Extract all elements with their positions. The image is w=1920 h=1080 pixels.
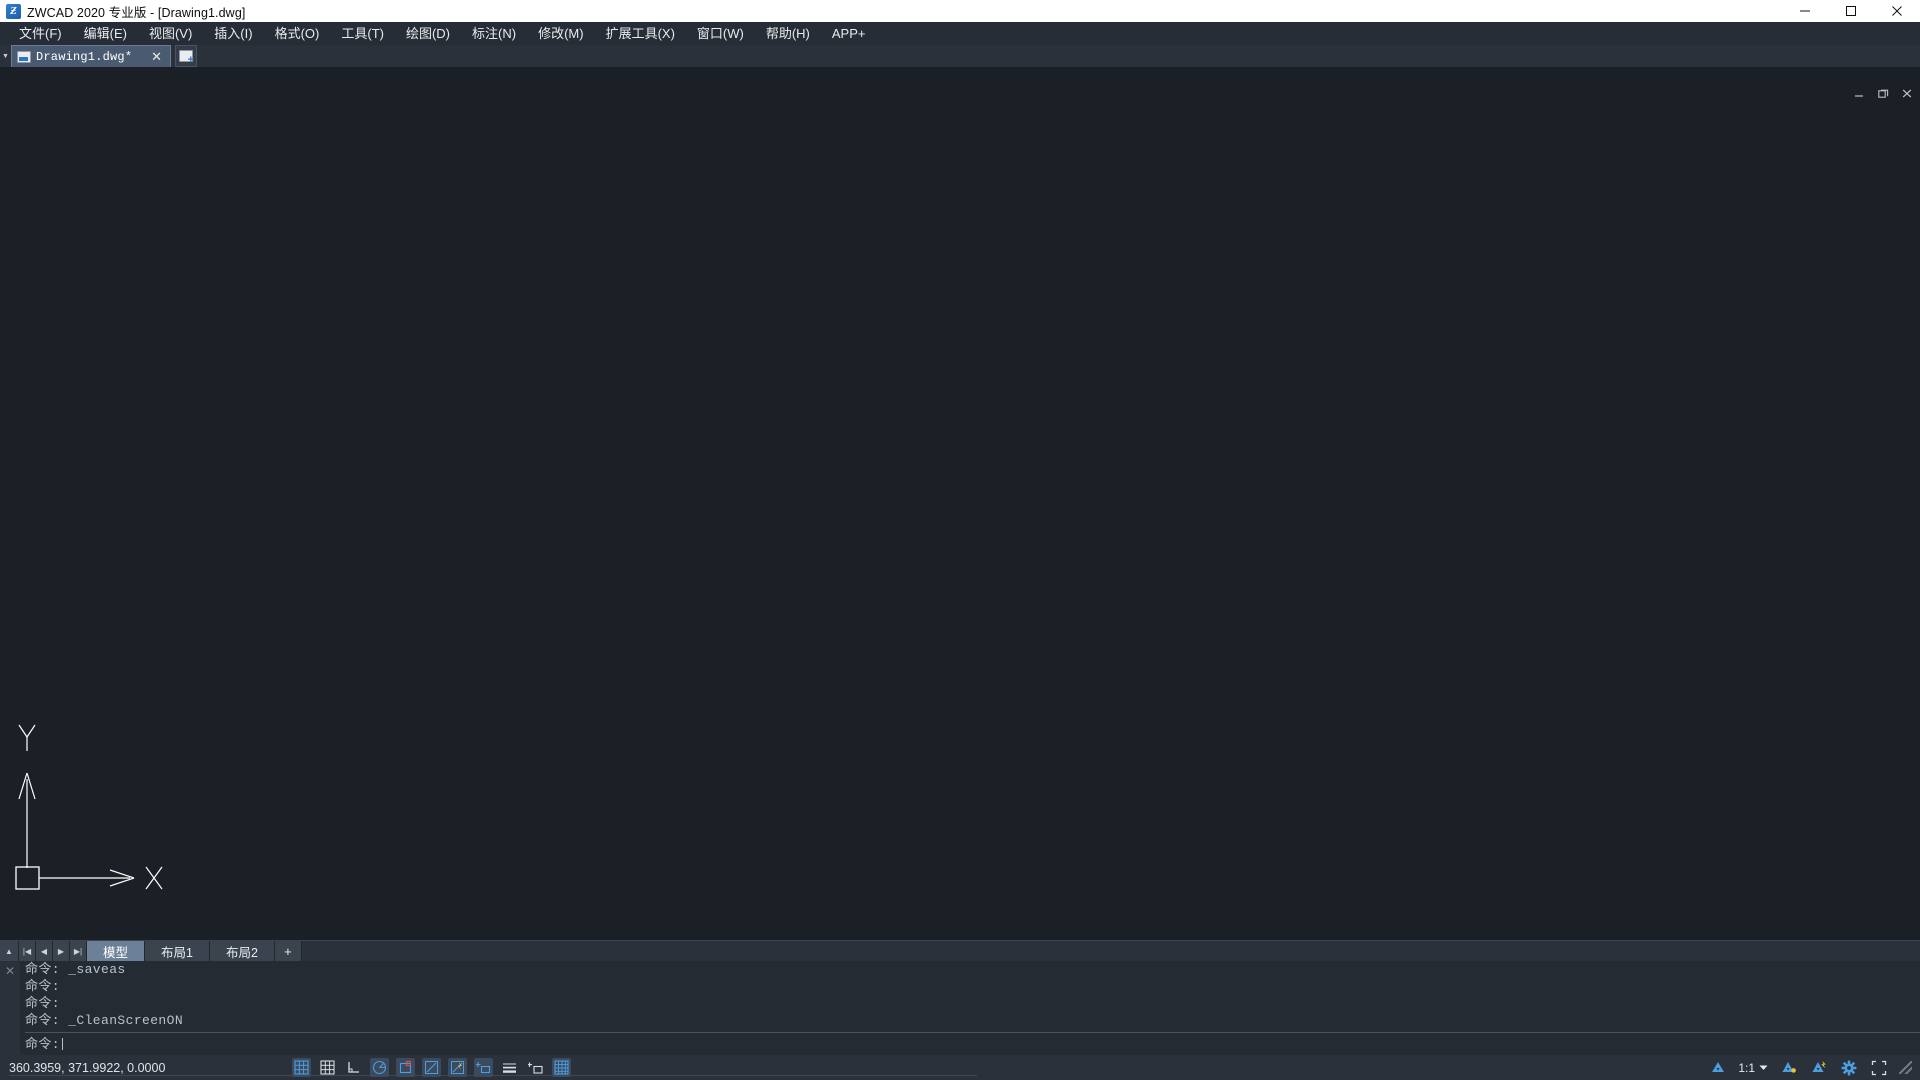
window-controls [1782,0,1920,22]
document-tab-drawing1[interactable]: Drawing1.dwg* ✕ [11,45,171,67]
layout-tab-layout2[interactable]: 布局2 [210,941,275,961]
command-caret [62,1038,63,1050]
grid-display-icon[interactable] [318,1058,337,1077]
command-history-line: 命令: [25,995,1920,1012]
mdi-minimize-icon[interactable] [1853,87,1866,100]
status-bar: 360.3959, 371.9922, 0.0000 [0,1055,1920,1080]
collapse-up-icon[interactable]: ▲ [0,941,19,961]
next-tab-icon[interactable]: ▶ [53,941,70,961]
layout-tab-model[interactable]: 模型 [87,941,145,961]
coordinate-readout[interactable]: 360.3959, 371.9922, 0.0000 [0,1061,240,1075]
prev-tab-icon[interactable]: ◀ [36,941,53,961]
document-tab-strip: ▼ Drawing1.dwg* ✕ [0,45,1920,67]
chevron-down-icon[interactable] [1758,1058,1768,1077]
command-window: ✕ 命令: _saveas 命令: 命令: 命令: _CleanScreenON… [0,961,1920,1055]
status-bar-right: 1:1 [1708,1055,1912,1080]
menu-item-express[interactable]: 扩展工具(X) [595,23,686,45]
menu-item-format[interactable]: 格式(O) [264,23,331,45]
layout-tab-layout1[interactable]: 布局1 [145,941,210,961]
command-prompt: 命令: [25,1037,60,1052]
status-toggles [292,1055,571,1080]
add-layout-button[interactable]: + [275,941,302,961]
menu-item-app-plus[interactable]: APP+ [821,23,877,45]
mdi-window-controls [1853,87,1914,100]
layout-tab-bar: ▲ |◀ ◀ ▶ ▶| 模型 布局1 布局2 + [0,940,1920,961]
osnap-tracking-icon[interactable] [422,1058,441,1077]
first-tab-icon[interactable]: |◀ [19,941,36,961]
new-drawing-icon [179,50,193,62]
menu-item-help[interactable]: 帮助(H) [755,23,821,45]
command-history-line: 命令: _CleanScreenON [25,1012,1920,1029]
quick-properties-icon[interactable] [526,1058,545,1077]
settings-gear-icon[interactable] [1839,1058,1858,1077]
title-bar: ZWCAD 2020 专业版 - [Drawing1.dwg] [0,0,1920,22]
document-tab-label: Drawing1.dwg* [36,50,144,64]
menu-item-file[interactable]: 文件(F) [8,23,73,45]
last-tab-icon[interactable]: ▶| [70,941,87,961]
drawing-canvas[interactable] [0,67,1920,940]
ucs-axis-icon [0,717,230,897]
menu-item-modify[interactable]: 修改(M) [527,23,595,45]
menu-item-tools[interactable]: 工具(T) [330,23,395,45]
menu-bar: 文件(F) 编辑(E) 视图(V) 插入(I) 格式(O) 工具(T) 绘图(D… [0,22,1920,45]
zwcad-application-window: ZWCAD 2020 专业版 - [Drawing1.dwg] 文件(F) 编辑… [0,0,1920,1080]
menu-item-edit[interactable]: 编辑(E) [73,23,138,45]
chevron-down-icon[interactable]: ▼ [0,45,11,67]
document-tab-close-icon[interactable]: ✕ [149,50,164,63]
command-input-row[interactable]: 命令: [25,1032,1920,1053]
command-history-line: 命令: _saveas [25,961,1920,978]
minimize-icon[interactable] [1782,0,1828,22]
annotation-visibility-icon[interactable] [1779,1058,1798,1077]
annotation-scale-label[interactable]: 1:1 [1738,1061,1755,1075]
menu-item-dimension[interactable]: 标注(N) [461,23,527,45]
new-drawing-button[interactable] [175,45,197,67]
annotation-auto-add-icon[interactable] [1809,1058,1828,1077]
menu-item-view[interactable]: 视图(V) [138,23,203,45]
menu-item-window[interactable]: 窗口(W) [686,23,755,45]
command-history-line: 命令: [25,978,1920,995]
snap-mode-icon[interactable] [292,1058,311,1077]
resize-grip-icon[interactable] [1899,1061,1912,1074]
command-window-close-icon[interactable]: ✕ [0,961,20,1055]
ortho-mode-icon[interactable] [344,1058,363,1077]
dynamic-input-icon[interactable] [474,1058,493,1077]
mdi-restore-icon[interactable] [1877,87,1890,100]
clean-screen-icon[interactable] [1869,1058,1888,1077]
menu-item-draw[interactable]: 绘图(D) [395,23,461,45]
command-history[interactable]: 命令: _saveas 命令: 命令: 命令: _CleanScreenON 命… [20,961,1920,1055]
zwcad-logo-icon [6,4,21,19]
mdi-close-icon[interactable] [1901,87,1914,100]
model-space-icon[interactable] [552,1058,571,1077]
dwg-file-icon [17,51,31,63]
object-snap-icon[interactable] [396,1058,415,1077]
maximize-icon[interactable] [1828,0,1874,22]
close-icon[interactable] [1874,0,1920,22]
lineweight-icon[interactable] [500,1058,519,1077]
title-bar-left: ZWCAD 2020 专业版 - [Drawing1.dwg] [0,2,1782,21]
menu-item-insert[interactable]: 插入(I) [203,23,263,45]
polar-tracking-icon[interactable] [370,1058,389,1077]
window-title: ZWCAD 2020 专业版 - [Drawing1.dwg] [27,2,245,21]
dynamic-ucs-icon[interactable] [448,1058,467,1077]
annotation-scale-icon[interactable] [1708,1058,1727,1077]
